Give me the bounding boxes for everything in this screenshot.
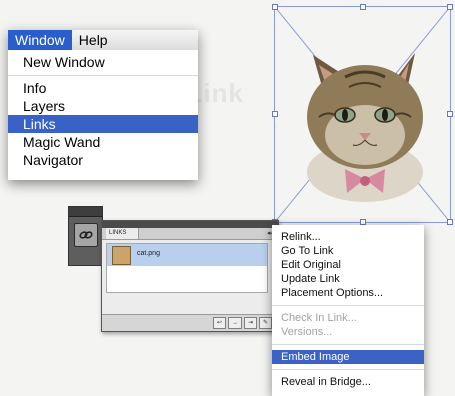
menu-separator	[272, 369, 424, 370]
menu-separator	[272, 344, 424, 345]
update-link-button[interactable]: ⇥	[243, 317, 257, 329]
cat-thumbnail	[112, 246, 131, 265]
resize-handle-ne[interactable]	[447, 4, 453, 10]
resize-handle-n[interactable]	[360, 4, 366, 10]
ctx-edit-original[interactable]: Edit Original	[272, 258, 424, 272]
ctx-go-to-link[interactable]: Go To Link	[272, 244, 424, 258]
ctx-relink[interactable]: Relink...	[272, 230, 424, 244]
panel-title-bar[interactable]	[69, 207, 102, 217]
menu-separator	[272, 305, 424, 306]
chain-link-icon	[79, 231, 93, 239]
ctx-versions: Versions...	[281, 326, 333, 338]
resize-handle-w[interactable]	[272, 111, 278, 117]
menu-item-new-window[interactable]: New Window	[8, 53, 198, 71]
resize-handle-se[interactable]	[447, 219, 453, 225]
menu-item-navigator[interactable]: Navigator	[8, 151, 198, 169]
links-panel: LINKS ◂◂ cat.png ↩ → ⇥ ✎	[101, 220, 279, 332]
tab-links[interactable]: LINKS	[106, 228, 140, 239]
list-item[interactable]: cat.png	[107, 244, 267, 266]
menu-item-links[interactable]: Links	[8, 115, 198, 133]
menu-help[interactable]: Help	[72, 30, 115, 50]
relink-button[interactable]: ↩	[212, 317, 226, 329]
menu-item-magic-wand[interactable]: Magic Wand	[8, 133, 198, 151]
panel-grip-bar[interactable]	[102, 221, 278, 228]
ctx-update-link[interactable]: Update Link	[272, 272, 424, 286]
tool-mini-panel	[68, 206, 103, 266]
window-menu-dropdown: Window Help New Window Info Layers Links…	[8, 30, 198, 180]
link-file-name: cat.png	[137, 250, 160, 257]
panel-tab-row: LINKS ◂◂	[102, 228, 278, 240]
ctx-reveal-in-bridge[interactable]: Reveal in Bridge...	[272, 375, 424, 389]
panel-bottom-bar: ↩ → ⇥ ✎	[102, 314, 278, 331]
menu-bar: Window Help	[8, 30, 198, 50]
links-panel-button[interactable]	[74, 223, 98, 247]
ctx-embed-image[interactable]: Embed Image	[272, 350, 424, 364]
ctx-placement-options[interactable]: Placement Options...	[272, 286, 424, 300]
menu-item-info[interactable]: Info	[8, 79, 198, 97]
window-menu-list: New Window Info Layers Links Magic Wand …	[8, 50, 198, 169]
links-list: cat.png	[106, 243, 268, 293]
links-context-menu: Relink... Go To Link Edit Original Updat…	[272, 225, 424, 396]
selected-image-frame[interactable]	[272, 4, 453, 225]
menu-window[interactable]: Window	[8, 30, 72, 50]
resize-handle-nw[interactable]	[272, 4, 278, 10]
edit-original-button[interactable]: ✎	[258, 317, 272, 329]
go-to-link-button[interactable]: →	[227, 317, 242, 329]
ctx-check-in-link: Check In Link...	[281, 312, 357, 324]
resize-handle-e[interactable]	[447, 111, 453, 117]
cat-image	[275, 7, 450, 222]
menu-item-layers[interactable]: Layers	[8, 97, 198, 115]
menu-separator	[8, 75, 198, 76]
